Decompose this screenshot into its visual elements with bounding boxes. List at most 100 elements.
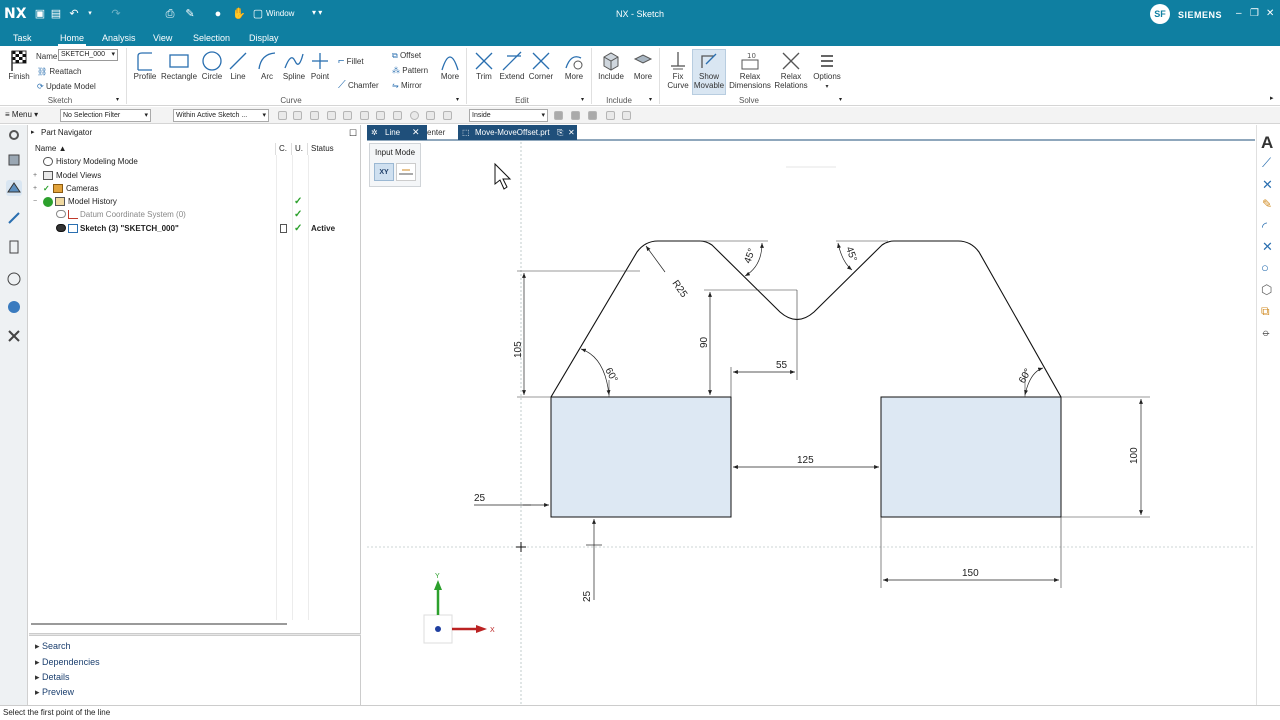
show-movable-button[interactable]: Show Movable	[692, 49, 726, 95]
rectangle-button[interactable]: Rectangle	[161, 50, 197, 81]
column-u[interactable]: U.	[292, 143, 308, 155]
navigator-collapse-icon[interactable]: ▸	[31, 125, 35, 141]
pattern-button[interactable]: ⁂ Pattern	[392, 66, 428, 75]
curve-more-button[interactable]: More	[437, 50, 463, 81]
tools-icon[interactable]	[6, 328, 22, 344]
snap-icon[interactable]	[393, 111, 402, 120]
left-rectangle[interactable]	[550, 396, 732, 518]
tab-home[interactable]: Home	[58, 32, 87, 46]
tab-view[interactable]: View	[153, 32, 172, 46]
snap-icon[interactable]	[376, 111, 385, 120]
panel-dependencies[interactable]: Dependencies	[35, 655, 100, 669]
dimension-r25-leader[interactable]	[645, 245, 666, 273]
xy-mode-button[interactable]: XY	[374, 163, 394, 181]
snap-icon[interactable]	[327, 111, 336, 120]
panel-search[interactable]: Search	[35, 639, 71, 653]
navigator-maximize-icon[interactable]: ☐	[349, 125, 357, 141]
minimize-icon[interactable]: ‒	[1236, 8, 1242, 19]
dimension-90[interactable]: 90	[699, 336, 710, 348]
column-c[interactable]: C.	[276, 143, 292, 155]
arc-icon[interactable]: ◜	[1262, 219, 1267, 235]
web-browser-icon[interactable]	[6, 299, 22, 315]
snap-icon[interactable]	[426, 111, 435, 120]
tree-row-model-views[interactable]: + Model Views	[29, 169, 359, 182]
corner-button[interactable]: Corner	[527, 50, 555, 81]
fillet-button[interactable]: ⌐ Fillet	[338, 55, 364, 67]
dimension-r25[interactable]: R25	[670, 278, 690, 300]
tree-row-cameras[interactable]: + ✓ Cameras	[29, 182, 359, 195]
assembly-navigator-icon[interactable]	[6, 152, 22, 168]
graphics-window[interactable]: R25 45° 45° 105 90 55 60° 60° 125 100 25…	[367, 125, 1255, 705]
dimension-25-vertical[interactable]: 25	[582, 590, 593, 602]
offset-button[interactable]: ⧉ Offset	[392, 51, 421, 61]
horizontal-scrollbar[interactable]	[31, 623, 287, 625]
relax-relations-button[interactable]: Relax Relations	[772, 50, 810, 90]
part-file-tab[interactable]: ⬚ Move-MoveOffset.prt ⎘ ✕	[458, 125, 577, 140]
parameter-mode-button[interactable]	[396, 163, 416, 181]
profile-button[interactable]: Profile	[132, 50, 158, 81]
curve-group-chevron-icon[interactable]: ▾	[456, 96, 459, 103]
center-tab[interactable]: enter	[427, 126, 445, 140]
select-icon[interactable]	[278, 111, 287, 120]
dimension-125[interactable]: 125	[797, 455, 814, 466]
sketch-canvas[interactable]: R25 45° 45° 105 90 55 60° 60° 125 100 25…	[367, 125, 1255, 705]
sketch-pencil-icon[interactable]	[6, 210, 22, 226]
tree-row-datum-csys[interactable]: Datum Coordinate System (0) ✓	[29, 208, 359, 221]
arc-button[interactable]: Arc	[255, 50, 279, 81]
dimension-25-horizontal[interactable]: 25	[474, 493, 486, 504]
point-button[interactable]: Point	[308, 50, 332, 81]
compass-icon[interactable]: ⦵	[1261, 325, 1271, 340]
mirror-button[interactable]: ⇋ Mirror	[392, 81, 422, 90]
tree-row-sketch[interactable]: Sketch (3) "SKETCH_000" ✓ Active	[29, 222, 359, 235]
hidden-eye-icon[interactable]	[56, 210, 66, 218]
pencil-icon[interactable]: ✎	[1262, 197, 1272, 211]
edit-sketch-icon[interactable]	[280, 224, 287, 233]
include-button[interactable]: Include	[596, 50, 626, 81]
reattach-button[interactable]: ⛓ Reattach	[37, 67, 81, 76]
menu-button[interactable]: ≡ Menu ▾	[5, 110, 38, 119]
right-rectangle[interactable]	[880, 396, 1062, 518]
fix-curve-button[interactable]: Fix Curve	[664, 50, 692, 90]
close-icon[interactable]: ✕	[568, 125, 575, 140]
cross-icon[interactable]: ✕	[1262, 239, 1273, 255]
cube-icon[interactable]: ⬡	[1261, 282, 1272, 298]
selection-filter-select[interactable]: No Selection Filter	[60, 109, 151, 122]
restore-icon[interactable]: ❐	[1250, 8, 1259, 19]
filter-icon[interactable]	[571, 111, 580, 120]
snap-icon[interactable]	[310, 111, 319, 120]
expand-icon[interactable]: +	[33, 185, 41, 193]
edit-more-button[interactable]: More	[561, 50, 587, 81]
close-icon[interactable]: ✕	[412, 125, 420, 140]
dimension-55[interactable]: 55	[776, 360, 788, 371]
finish-button[interactable]: Finish	[6, 50, 32, 81]
edit-group-chevron-icon[interactable]: ▾	[581, 96, 584, 103]
extend-button[interactable]: Extend	[498, 50, 526, 81]
close-icon[interactable]: ✕	[1266, 8, 1274, 19]
line-button[interactable]: Line	[226, 50, 250, 81]
panel-splitter[interactable]	[29, 633, 361, 636]
include-more-button[interactable]: More	[629, 50, 657, 81]
line-dialog-tab[interactable]: ✲ Line ✕	[367, 125, 427, 140]
move-icon[interactable]	[606, 111, 615, 120]
sketch-profile[interactable]	[550, 240, 1062, 398]
tree-row-model-history[interactable]: − Model History ✓	[29, 195, 359, 208]
part-navigator-icon[interactable]	[6, 180, 22, 196]
line-icon[interactable]: ⟋	[1262, 155, 1271, 171]
dimension-60-left[interactable]: 60°	[602, 366, 619, 385]
snap-icon[interactable]	[622, 111, 631, 120]
select-icon[interactable]	[293, 111, 302, 120]
tree-row-history-mode[interactable]: History Modeling Mode	[29, 155, 359, 168]
tab-task[interactable]: Task	[13, 32, 32, 46]
spline-button[interactable]: Spline	[281, 50, 307, 81]
dimension-60-right[interactable]: 60°	[1017, 367, 1034, 386]
dimension-105[interactable]: 105	[513, 341, 524, 358]
dimension-45-right[interactable]: 45°	[843, 245, 859, 263]
selection-scope-select[interactable]: Within Active Sketch ...	[173, 109, 269, 122]
copy-icon[interactable]: ⧉	[1261, 304, 1270, 319]
solve-group-chevron-icon[interactable]: ▾	[839, 96, 842, 103]
tab-display[interactable]: Display	[249, 32, 279, 46]
dimension-45-left[interactable]: 45°	[742, 247, 758, 265]
filter-icon[interactable]	[554, 111, 563, 120]
options-button[interactable]: Options ▾	[811, 50, 843, 90]
panel-preview[interactable]: Preview	[35, 685, 74, 699]
